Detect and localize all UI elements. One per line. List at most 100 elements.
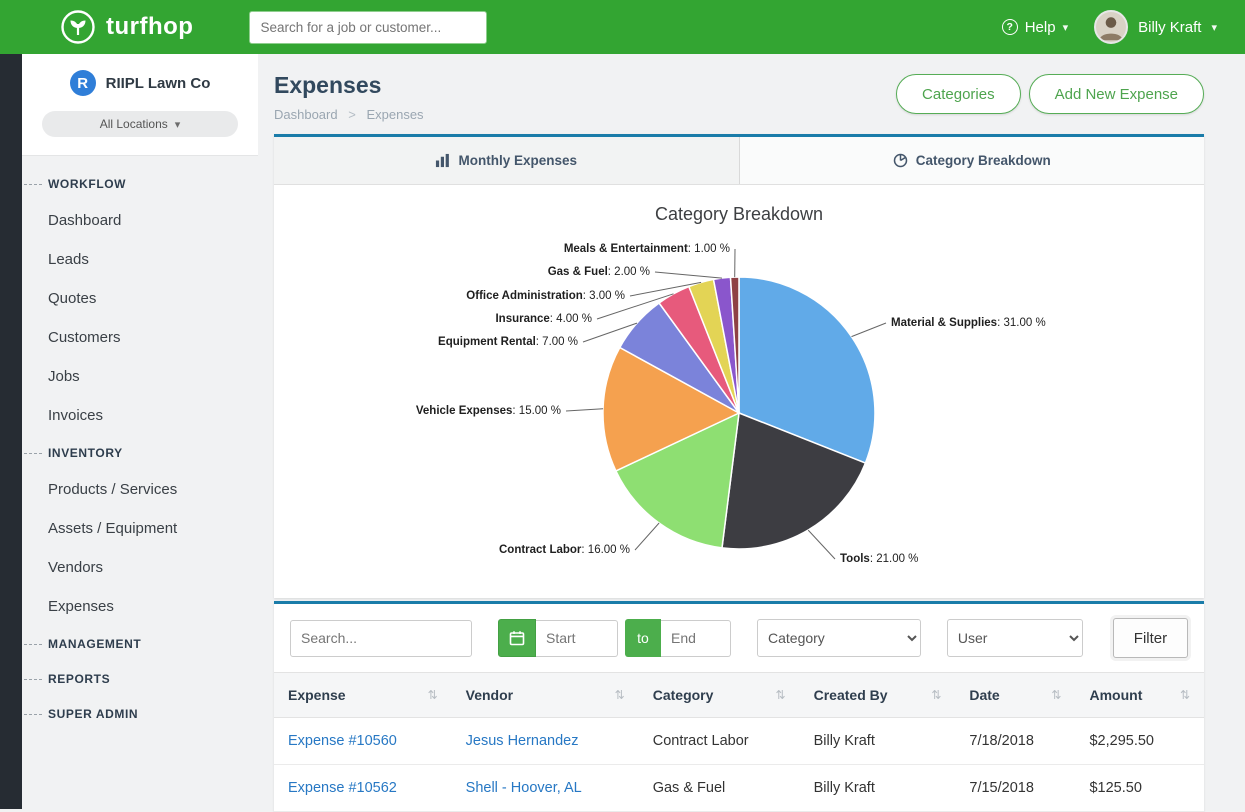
nav-section-inventory[interactable]: INVENTORY: [22, 435, 258, 470]
chevron-down-icon: ▾: [1063, 21, 1069, 34]
category-breakdown-chart: Category Breakdown Material & Supplies: …: [274, 185, 1204, 598]
column-label: Category: [653, 687, 714, 703]
help-menu[interactable]: ? Help ▾: [1002, 19, 1068, 36]
chart-tabs: Monthly Expenses Category Breakdown: [274, 137, 1204, 185]
amount-cell: $2,295.50: [1075, 718, 1204, 765]
chevron-down-icon: ▾: [175, 118, 181, 131]
breadcrumb: Dashboard > Expenses: [274, 107, 424, 122]
nav-section-super-admin[interactable]: SUPER ADMIN: [22, 696, 258, 731]
created-by-cell: Billy Kraft: [800, 718, 956, 765]
column-header-amount[interactable]: Amount ⇅: [1075, 673, 1204, 718]
column-header-created-by[interactable]: Created By⇅: [800, 673, 956, 718]
table-search-input[interactable]: [290, 620, 472, 657]
table-row: Expense #10562Shell - Hoover, ALGas & Fu…: [274, 765, 1204, 812]
expense-cell: Expense #10560: [274, 718, 452, 765]
user-menu[interactable]: Billy Kraft ▾: [1094, 10, 1217, 44]
sidebar-item-customers[interactable]: Customers: [22, 318, 258, 357]
sidebar-nav: WORKFLOWDashboardLeadsQuotesCustomersJob…: [22, 156, 258, 731]
column-header-date[interactable]: Date ⇅: [955, 673, 1075, 718]
tab-category-breakdown[interactable]: Category Breakdown: [740, 137, 1205, 184]
user-select[interactable]: User: [947, 619, 1083, 657]
vendor-link[interactable]: Shell - Hoover, AL: [466, 780, 582, 796]
section-label: SUPER ADMIN: [48, 707, 138, 721]
expense-link[interactable]: Expense #10562: [288, 780, 397, 796]
section-connector: [24, 679, 42, 680]
expenses-chart-card: Monthly Expenses Category Breakdown Cate…: [274, 134, 1204, 598]
sort-arrows-icon[interactable]: ⇅: [1180, 688, 1190, 702]
sidebar-item-vendors[interactable]: Vendors: [22, 548, 258, 587]
tab-monthly-expenses[interactable]: Monthly Expenses: [274, 137, 740, 184]
turfhop-logo[interactable]: turfhop: [60, 9, 193, 45]
section-label: MANAGEMENT: [48, 637, 141, 651]
global-search-input[interactable]: [249, 11, 487, 44]
person-icon: [1096, 12, 1126, 42]
label-leader-line: [655, 272, 722, 278]
date-cell: 7/15/2018: [955, 765, 1075, 812]
sidebar-item-products-services[interactable]: Products / Services: [22, 470, 258, 509]
tab-label: Category Breakdown: [916, 153, 1051, 168]
column-label: Amount: [1089, 687, 1142, 703]
breadcrumb-dashboard[interactable]: Dashboard: [274, 107, 338, 122]
pie-label-equipment-rental: Equipment Rental: 7.00 %: [438, 336, 578, 348]
brand-name: turfhop: [106, 13, 193, 41]
location-selector[interactable]: All Locations ▾: [42, 111, 238, 137]
pie-label-meals-entertainment: Meals & Entertainment: 1.00 %: [564, 243, 730, 255]
expenses-table: Expense⇅Vendor⇅Category⇅Created By⇅Date⇅…: [274, 672, 1204, 812]
label-leader-line: [852, 323, 887, 337]
page-title: Expenses: [274, 72, 424, 99]
sort-arrows-icon[interactable]: ⇅: [615, 688, 625, 702]
vendor-link[interactable]: Jesus Hernandez: [466, 733, 579, 749]
created-by-cell: Billy Kraft: [800, 765, 956, 812]
app-header: turfhop ? Help ▾ Billy Kraft ▾: [0, 0, 1245, 54]
column-header-vendor[interactable]: Vendor⇅: [452, 673, 639, 718]
column-header-category[interactable]: Category ⇅: [639, 673, 800, 718]
bar-chart-icon: [435, 153, 450, 168]
table-body: Expense #10560Jesus HernandezContract La…: [274, 718, 1204, 812]
nav-section-workflow[interactable]: WORKFLOW: [22, 166, 258, 201]
column-label: Date: [969, 687, 999, 703]
nav-section-management[interactable]: MANAGEMENT: [22, 626, 258, 661]
sort-arrows-icon[interactable]: ⇅: [931, 688, 941, 702]
date-range-picker: to: [498, 619, 731, 657]
pie-label-office-administration: Office Administration: 3.00 %: [466, 290, 625, 302]
end-date-input[interactable]: [661, 620, 731, 657]
location-label: All Locations: [100, 117, 168, 131]
category-select[interactable]: Category: [757, 619, 921, 657]
help-circle-icon: ?: [1002, 19, 1018, 35]
sidebar-item-invoices[interactable]: Invoices: [22, 396, 258, 435]
sidebar-item-assets-equipment[interactable]: Assets / Equipment: [22, 509, 258, 548]
table-header-row: Expense⇅Vendor⇅Category⇅Created By⇅Date⇅…: [274, 673, 1204, 718]
column-header-expense[interactable]: Expense⇅: [274, 673, 452, 718]
section-label: REPORTS: [48, 672, 110, 686]
calendar-icon: [509, 630, 525, 646]
sidebar-item-dashboard[interactable]: Dashboard: [22, 201, 258, 240]
calendar-button[interactable]: [498, 619, 536, 657]
sprout-icon: [60, 9, 96, 45]
categories-button[interactable]: Categories: [896, 74, 1021, 114]
pie-label-vehicle-expenses: Vehicle Expenses: 15.00 %: [416, 405, 561, 417]
sidebar-item-expenses[interactable]: Expenses: [22, 587, 258, 626]
sort-arrows-icon[interactable]: ⇅: [776, 688, 786, 702]
sort-arrows-icon[interactable]: ⇅: [1051, 688, 1061, 702]
label-leader-line: [808, 530, 835, 559]
section-connector: [24, 184, 42, 185]
sidebar-item-leads[interactable]: Leads: [22, 240, 258, 279]
pie-label-insurance: Insurance: 4.00 %: [495, 313, 592, 325]
sidebar-item-quotes[interactable]: Quotes: [22, 279, 258, 318]
sidebar-item-jobs[interactable]: Jobs: [22, 357, 258, 396]
pie-label-contract-labor: Contract Labor: 16.00 %: [499, 544, 630, 556]
add-new-expense-button[interactable]: Add New Expense: [1029, 74, 1204, 114]
filter-bar: to Category User Filter: [274, 604, 1204, 672]
nav-section-reports[interactable]: REPORTS: [22, 661, 258, 696]
filter-button[interactable]: Filter: [1113, 618, 1188, 658]
breadcrumb-expenses: Expenses: [366, 107, 423, 122]
company-badge: R: [70, 70, 96, 96]
start-date-input[interactable]: [536, 620, 618, 657]
expense-cell: Expense #10562: [274, 765, 452, 812]
expense-link[interactable]: Expense #10560: [288, 733, 397, 749]
help-label: Help: [1025, 19, 1056, 36]
table-row: Expense #10560Jesus HernandezContract La…: [274, 718, 1204, 765]
breadcrumb-separator: >: [348, 107, 356, 122]
vendor-cell: Shell - Hoover, AL: [452, 765, 639, 812]
sort-arrows-icon[interactable]: ⇅: [428, 688, 438, 702]
